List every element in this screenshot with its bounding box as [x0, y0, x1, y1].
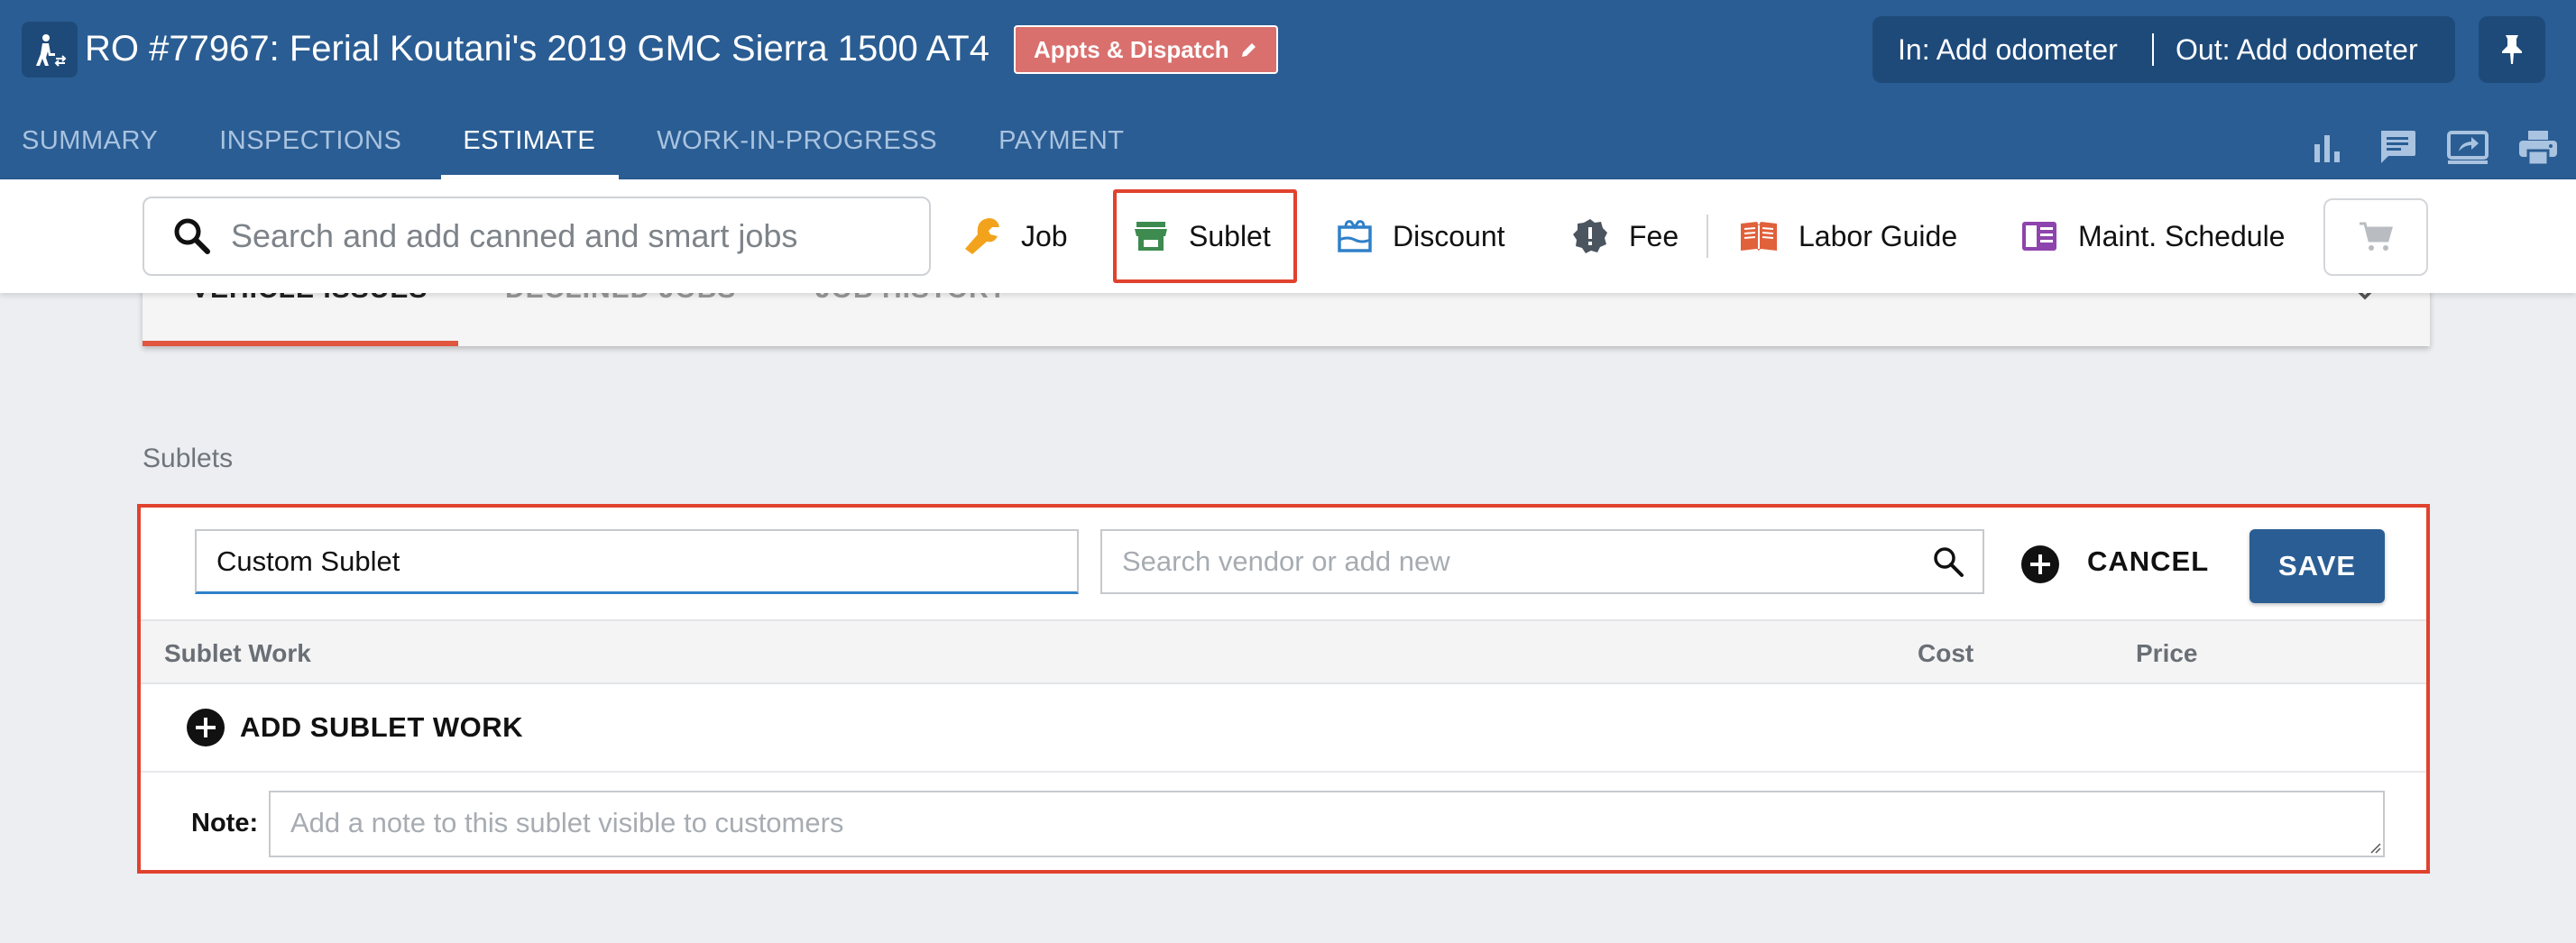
- column-price: Price: [2136, 639, 2198, 667]
- appts-dispatch-button[interactable]: Appts & Dispatch: [1014, 25, 1278, 74]
- pencil-icon: [1241, 43, 1256, 57]
- add-sublet-work-label: ADD SUBLET WORK: [240, 711, 524, 743]
- maint-schedule-button[interactable]: Maint. Schedule: [2020, 197, 2285, 276]
- discount-tag-icon: [1338, 220, 1372, 252]
- note-placeholder: Add a note to this sublet visible to cus…: [290, 807, 844, 838]
- printer-icon[interactable]: [2516, 126, 2560, 169]
- add-discount-button[interactable]: Discount: [1337, 197, 1505, 276]
- pin-button[interactable]: [2479, 16, 2545, 83]
- column-cost: Cost: [1918, 639, 1974, 667]
- job-label: Job: [1021, 219, 1068, 252]
- job-search-box[interactable]: [143, 197, 931, 276]
- active-tab-indicator: [143, 341, 458, 346]
- resize-handle-icon[interactable]: [2367, 839, 2381, 854]
- schedule-book-icon: [2022, 222, 2056, 251]
- search-icon: [174, 218, 210, 254]
- repair-order-title: RO #77967: Ferial Koutani's 2019 GMC Sie…: [85, 29, 989, 69]
- vendor-search-placeholder: Search vendor or add new: [1122, 545, 1450, 577]
- note-label: Note:: [191, 809, 259, 838]
- save-button[interactable]: SAVE: [2249, 529, 2385, 603]
- main-tabs: SUMMARY INSPECTIONS ESTIMATE WORK-IN-PRO…: [0, 114, 1164, 179]
- fee-label: Fee: [1629, 219, 1679, 252]
- add-job-button[interactable]: Job: [961, 197, 1068, 276]
- job-search-input[interactable]: [231, 217, 898, 255]
- odometer-in-button[interactable]: In: Add odometer: [1872, 33, 2152, 67]
- add-sublet-work-button[interactable]: ADD SUBLET WORK: [141, 684, 2426, 773]
- tab-summary[interactable]: SUMMARY: [0, 114, 181, 179]
- sublet-name-input[interactable]: Custom Sublet: [195, 529, 1079, 594]
- screen-share-icon[interactable]: [2446, 126, 2489, 169]
- cancel-button[interactable]: CANCEL: [2087, 538, 2209, 585]
- app-header: RO #77967: Ferial Koutani's 2019 GMC Sie…: [0, 0, 2576, 179]
- sublet-highlight: [1113, 189, 1297, 283]
- odometer-divider: [2152, 33, 2154, 66]
- fee-alert-icon: [1573, 219, 1607, 253]
- bar-chart-icon[interactable]: [2305, 126, 2349, 169]
- labor-guide-label: Labor Guide: [1799, 219, 1958, 252]
- add-vendor-icon[interactable]: [2020, 545, 2060, 584]
- cart-button[interactable]: [2323, 198, 2428, 276]
- add-circle-icon: [187, 709, 225, 746]
- header-tools: [2305, 126, 2560, 169]
- appts-dispatch-label: Appts & Dispatch: [1034, 35, 1229, 63]
- tab-work-in-progress[interactable]: WORK-IN-PROGRESS: [635, 114, 961, 179]
- wrench-icon: [965, 218, 999, 254]
- sublet-table-header: Sublet Work Cost Price: [141, 619, 2426, 684]
- vendor-search-input[interactable]: Search vendor or add new: [1100, 529, 1984, 594]
- sublets-section-label: Sublets: [143, 444, 234, 473]
- odometer-box: In: Add odometer Out: Add odometer: [1872, 16, 2455, 83]
- sublet-note-textarea[interactable]: Add a note to this sublet visible to cus…: [269, 791, 2385, 857]
- chat-icon[interactable]: [2376, 126, 2419, 169]
- odometer-out-button[interactable]: Out: Add odometer: [2176, 33, 2418, 67]
- customer-waiting-icon[interactable]: [22, 22, 78, 78]
- cart-icon: [2360, 222, 2393, 251]
- tab-inspections[interactable]: INSPECTIONS: [198, 114, 425, 179]
- add-fee-button[interactable]: Fee: [1571, 197, 1679, 276]
- sublet-editor-panel: Custom Sublet Search vendor or add new C…: [137, 504, 2430, 874]
- column-sublet-work: Sublet Work: [164, 639, 311, 667]
- tab-payment[interactable]: PAYMENT: [977, 114, 1147, 179]
- discount-label: Discount: [1393, 219, 1505, 252]
- toolbar-divider: [1707, 215, 1708, 258]
- maint-schedule-label: Maint. Schedule: [2078, 219, 2286, 252]
- pin-icon: [2502, 35, 2522, 64]
- labor-guide-button[interactable]: Labor Guide: [1739, 197, 1957, 276]
- search-icon: [1934, 547, 1964, 577]
- book-icon: [1741, 222, 1777, 251]
- tab-estimate[interactable]: ESTIMATE: [441, 114, 620, 179]
